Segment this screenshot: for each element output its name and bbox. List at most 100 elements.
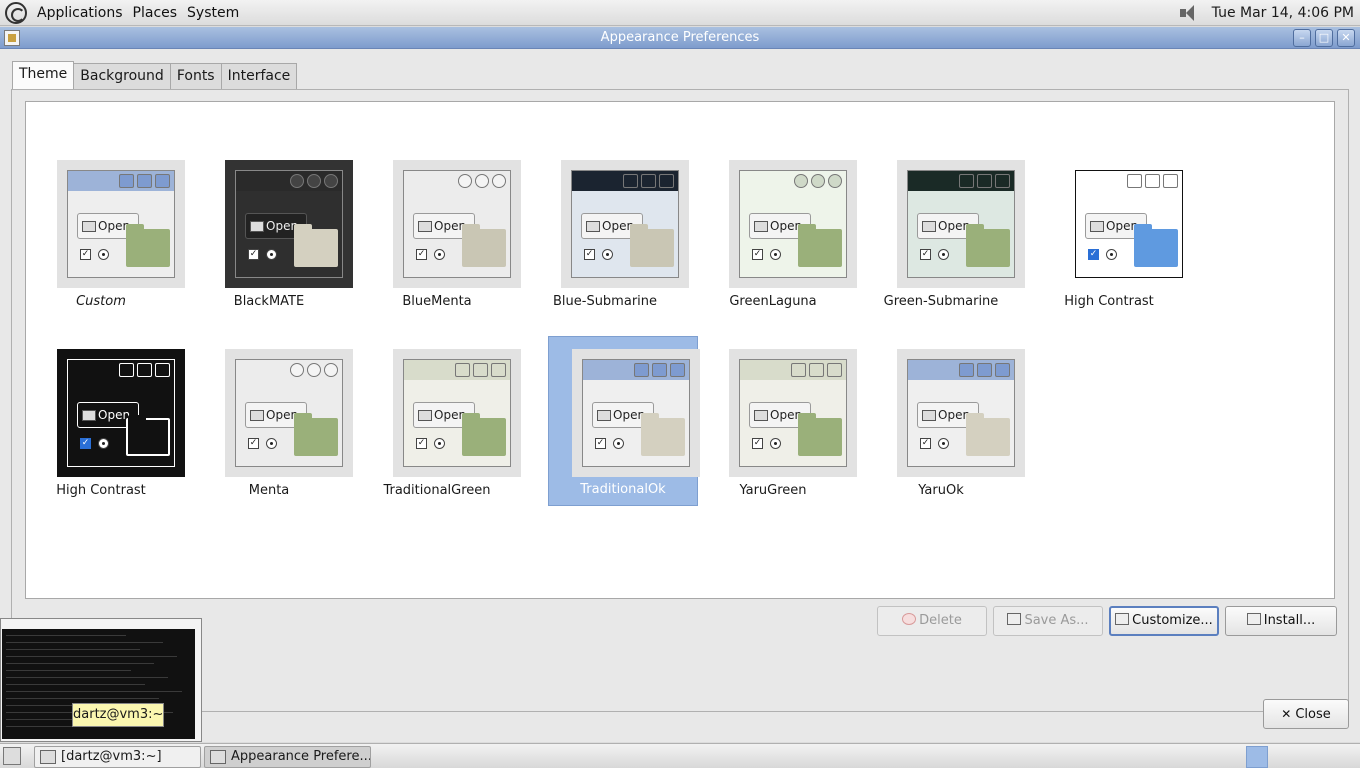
preview-window-button-icon: [492, 174, 506, 188]
preview-window-buttons: [959, 363, 1010, 377]
terminal-line: [6, 694, 159, 699]
maximize-button[interactable]: □: [1315, 29, 1333, 47]
terminal-menubar: [1, 619, 201, 629]
theme-item[interactable]: Open ✓ BlackMATE: [194, 152, 353, 322]
theme-name: YaruGreen: [739, 483, 807, 498]
preview-window-buttons: [791, 363, 842, 377]
preview-radio: [266, 249, 277, 260]
preview-window-button-icon: [794, 174, 808, 188]
theme-item[interactable]: Open ✓ BlueMenta: [362, 152, 521, 322]
window-titlebar[interactable]: Appearance Preferences – □ ✕: [0, 27, 1360, 49]
preview-window-button-icon: [290, 174, 304, 188]
theme-name: High Contrast: [1064, 294, 1154, 309]
theme-item[interactable]: Open ✓ Custom: [26, 152, 185, 322]
preview-window-button-icon: [1127, 174, 1142, 188]
save-as-button[interactable]: Save As...: [993, 606, 1103, 636]
theme-name: Menta: [248, 483, 290, 498]
preview-window-button-icon: [670, 363, 685, 377]
taskbar-item-terminal[interactable]: [dartz@vm3:~]: [34, 746, 201, 768]
theme-item[interactable]: Open ✓ High Contrast: [1034, 152, 1193, 322]
menu-system[interactable]: System: [182, 5, 244, 21]
preview-window-button-icon: [659, 174, 674, 188]
theme-name: BlackMATE: [233, 294, 305, 309]
theme-item[interactable]: Open ✓ Blue-Submarine: [530, 152, 689, 322]
theme-list[interactable]: Open ✓ Custom Open ✓ BlackMATE Open ✓ BlueMenta O…: [25, 101, 1335, 599]
folder-icon: [798, 224, 842, 267]
terminal-line: [6, 687, 182, 692]
preview-window-buttons: [1127, 174, 1178, 188]
appearance-app-icon[interactable]: [4, 30, 20, 46]
theme-item[interactable]: Open ✓ Green-Submarine: [866, 152, 1025, 322]
preview-window: Open ✓: [235, 359, 343, 467]
theme-preview: Open ✓: [897, 349, 1025, 477]
preview-window-buttons: [634, 363, 685, 377]
preview-window-button-icon: [959, 363, 974, 377]
preview-checkbox: ✓: [80, 249, 91, 260]
theme-name: BlueMenta: [402, 294, 472, 309]
preview-window: Open ✓: [739, 170, 847, 278]
preview-window-button-icon: [959, 174, 974, 188]
clock[interactable]: Tue Mar 14, 4:06 PM: [1212, 5, 1354, 21]
preview-window-button-icon: [977, 174, 992, 188]
menu-places[interactable]: Places: [128, 5, 183, 21]
theme-item[interactable]: Open ✓ GreenLaguna: [698, 152, 857, 322]
preview-window: Open ✓: [907, 170, 1015, 278]
folder-icon: [966, 224, 1010, 267]
preview-radio: [770, 249, 781, 260]
preview-window: Open ✓: [739, 359, 847, 467]
terminal-icon: [40, 750, 56, 764]
terminal-line: [6, 666, 131, 671]
preview-window-button-icon: [119, 174, 134, 188]
preview-window-button-icon: [137, 363, 152, 377]
theme-item[interactable]: Open ✓ Menta: [194, 341, 353, 511]
terminal-line: [6, 652, 177, 657]
theme-item[interactable]: Open ✓ TraditionalOk: [548, 336, 700, 506]
preview-radio: [938, 438, 949, 449]
preview-window-button-icon: [977, 363, 992, 377]
theme-preview: Open ✓: [57, 160, 185, 288]
close-button[interactable]: ✕ Close: [1263, 699, 1349, 729]
theme-preview: Open ✓: [729, 160, 857, 288]
preview-window: Open ✓: [571, 170, 679, 278]
preview-window-button-icon: [307, 363, 321, 377]
tab-interface[interactable]: Interface: [220, 63, 298, 89]
terminal-line: [6, 659, 154, 664]
tray-appearance-icon[interactable]: [1246, 746, 1268, 768]
theme-name: TraditionalGreen: [383, 483, 491, 498]
preview-checkbox: ✓: [595, 438, 606, 449]
tab-background[interactable]: Background: [73, 63, 171, 89]
theme-item[interactable]: Open ✓ YaruGreen: [698, 341, 857, 511]
delete-button[interactable]: Delete: [877, 606, 987, 636]
show-desktop-icon[interactable]: [3, 747, 21, 765]
preview-titlebar: [68, 171, 174, 191]
window-close-button[interactable]: ✕: [1337, 29, 1355, 47]
preview-window-buttons: [119, 174, 170, 188]
theme-preview: Open ✓: [57, 349, 185, 477]
theme-name: Green-Submarine: [883, 294, 999, 309]
theme-item[interactable]: Open ✓ High Contrast: [26, 341, 185, 511]
tab-theme[interactable]: Theme: [12, 61, 75, 89]
preview-radio: [266, 438, 277, 449]
preview-window: Open ✓: [582, 359, 690, 467]
install-button[interactable]: Install...: [1225, 606, 1337, 636]
tab-fonts[interactable]: Fonts: [169, 63, 222, 89]
preview-window-button-icon: [623, 174, 638, 188]
mate-logo-icon[interactable]: [5, 1, 27, 24]
theme-item[interactable]: Open ✓ TraditionalGreen: [362, 341, 521, 511]
menu-applications[interactable]: Applications: [32, 5, 128, 21]
theme-name: Custom: [76, 294, 126, 309]
theme-preview: Open ✓: [1065, 160, 1193, 288]
theme-item[interactable]: Open ✓ YaruOk: [866, 341, 1025, 511]
preview-checkbox: ✓: [920, 438, 931, 449]
taskbar-item-appearance[interactable]: Appearance Prefere...: [204, 746, 371, 768]
volume-icon[interactable]: [1176, 3, 1204, 23]
preview-radio: [770, 438, 781, 449]
folder-icon: [294, 413, 338, 456]
preview-radio: [434, 438, 445, 449]
folder-icon: [641, 413, 685, 456]
preview-window-buttons: [119, 363, 170, 377]
preview-titlebar: [404, 171, 510, 191]
preview-window: Open ✓: [403, 359, 511, 467]
minimize-button[interactable]: –: [1293, 29, 1311, 47]
customize-button[interactable]: Customize...: [1109, 606, 1219, 636]
